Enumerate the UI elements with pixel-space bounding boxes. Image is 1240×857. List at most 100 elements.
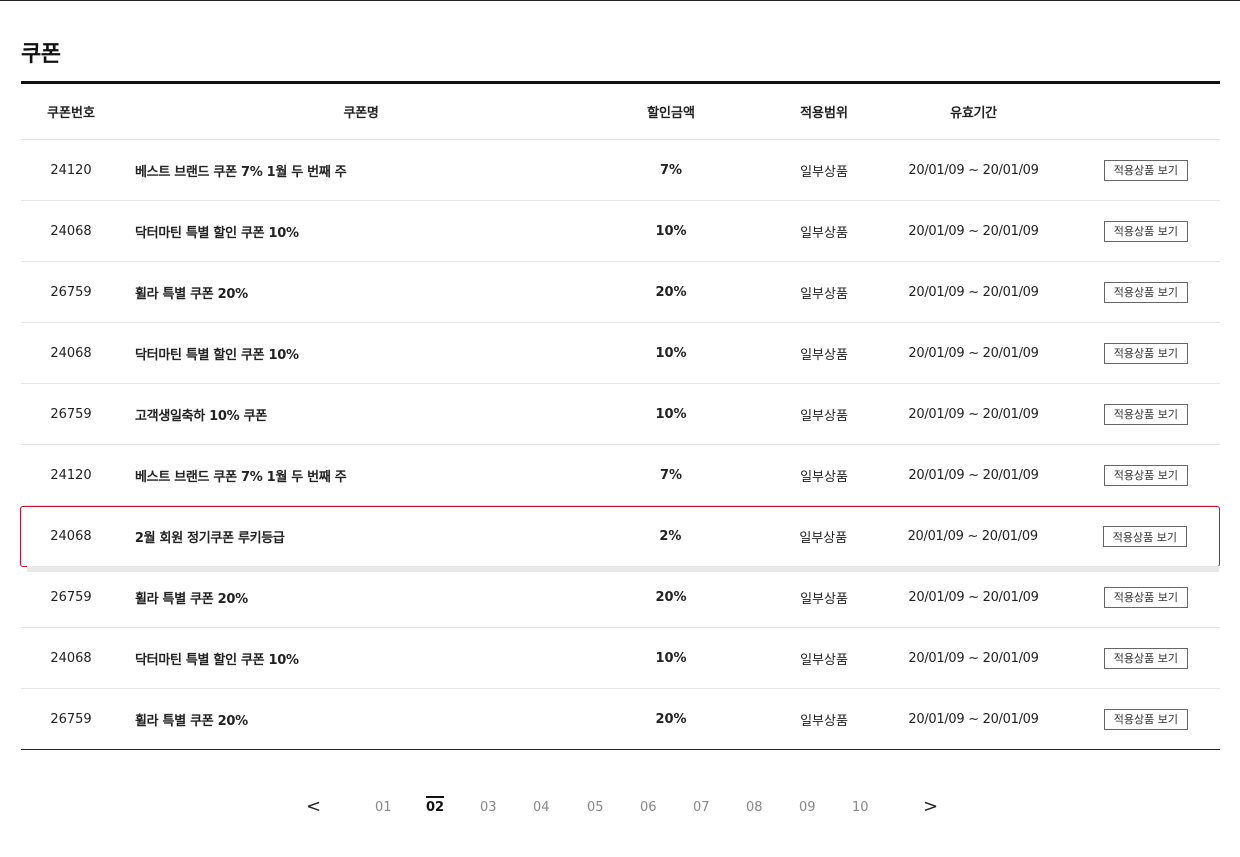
validity-period: 20/01/09 ~ 20/01/09 — [907, 529, 1039, 544]
coupon-scope: 일부상품 — [800, 469, 848, 485]
view-applicable-products-button[interactable]: 적용상품 보기 — [1103, 342, 1188, 364]
discount-amount: 7% — [659, 162, 683, 178]
view-applicable-products-button[interactable]: 적용상품 보기 — [1103, 647, 1188, 669]
table-row: 26759 휠라 특별 쿠폰 20% 20% 일부상품 20/01/09 ~ 20/01… — [21, 689, 1220, 750]
top-rule — [0, 0, 1240, 1]
action-cell: 적용상품 보기 — [1040, 220, 1220, 242]
table-row-highlighted: 24068 2월 회원 정기쿠폰 루키등급 2% 일부상품 20/01/09 ~ 20/… — [20, 506, 1220, 572]
coupon-name: 닥터마틴 특별 할인 쿠폰 10% — [135, 347, 299, 363]
coupon-number: 26759 — [50, 711, 92, 727]
coupon-scope: 일부상품 — [800, 652, 848, 668]
next-page-button[interactable]: > — [923, 796, 938, 817]
coupon-number: 26759 — [50, 589, 92, 605]
coupon-scope: 일부상품 — [800, 225, 848, 241]
header-discount-amount: 할인금액 — [647, 106, 695, 121]
discount-amount: 7% — [659, 467, 683, 483]
discount-amount: 10% — [655, 345, 687, 361]
validity-period: 20/01/09 ~ 20/01/09 — [908, 284, 1039, 300]
discount-amount: 10% — [655, 223, 687, 239]
discount-amount: 10% — [655, 650, 687, 666]
page-number[interactable]: 09 — [799, 800, 816, 815]
table-header: 쿠폰번호 쿠폰명 할인금액 적용범위 유효기간 — [21, 84, 1220, 140]
coupon-number: 24068 — [50, 650, 92, 666]
view-applicable-products-button[interactable]: 적용상품 보기 — [1103, 159, 1188, 181]
action-cell: 적용상품 보기 — [1040, 586, 1220, 608]
coupon-number: 26759 — [50, 284, 92, 300]
page-number[interactable]: 03 — [480, 800, 497, 815]
table-row: 26759 고객생일축하 10% 쿠폰 10% 일부상품 20/01/09 ~ 20/0… — [21, 384, 1220, 445]
coupon-number: 24120 — [50, 467, 92, 483]
coupon-scope: 일부상품 — [800, 591, 848, 607]
page-number[interactable]: 06 — [640, 800, 657, 815]
view-applicable-products-button[interactable]: 적용상품 보기 — [1103, 708, 1188, 730]
coupon-name: 2월 회원 정기쿠폰 루키등급 — [134, 531, 285, 546]
table-row: 24068 닥터마틴 특별 할인 쿠폰 10% 10% 일부상품 20/01/09 ~ … — [21, 628, 1220, 689]
discount-amount: 20% — [655, 711, 687, 727]
view-applicable-products-button[interactable]: 적용상품 보기 — [1103, 403, 1188, 425]
coupon-scope: 일부상품 — [800, 713, 848, 729]
validity-period: 20/01/09 ~ 20/01/09 — [908, 711, 1039, 727]
header-coupon-name: 쿠폰명 — [343, 106, 379, 121]
action-cell: 적용상품 보기 — [1040, 647, 1220, 669]
header-scope: 적용범위 — [800, 106, 848, 121]
coupon-name: 휠라 특별 쿠폰 20% — [135, 286, 248, 302]
coupon-scope: 일부상품 — [800, 164, 848, 180]
pagination: < 01 02 03 04 05 06 07 08 09 10 > — [0, 790, 1240, 826]
validity-period: 20/01/09 ~ 20/01/09 — [908, 467, 1039, 483]
coupon-name: 휠라 특별 쿠폰 20% — [135, 591, 248, 607]
action-cell: 적용상품 보기 — [1040, 464, 1220, 486]
coupon-name: 베스트 브랜드 쿠폰 7% 1월 두 번째 주 — [135, 164, 347, 180]
page-number[interactable]: 10 — [852, 800, 869, 815]
coupon-number: 24068 — [50, 223, 92, 239]
validity-period: 20/01/09 ~ 20/01/09 — [908, 345, 1039, 361]
action-cell: 적용상품 보기 — [1040, 281, 1220, 303]
page-number[interactable]: 05 — [587, 800, 604, 815]
page-number[interactable]: 01 — [375, 800, 392, 815]
validity-period: 20/01/09 ~ 20/01/09 — [908, 406, 1039, 422]
page-title: 쿠폰 — [21, 42, 61, 67]
prev-page-button[interactable]: < — [306, 796, 321, 817]
coupon-name: 베스트 브랜드 쿠폰 7% 1월 두 번째 주 — [135, 469, 347, 485]
coupon-number: 24068 — [50, 529, 92, 544]
discount-amount: 20% — [655, 589, 687, 605]
validity-period: 20/01/09 ~ 20/01/09 — [908, 162, 1039, 178]
page-number-current[interactable]: 02 — [426, 796, 445, 815]
validity-period: 20/01/09 ~ 20/01/09 — [908, 223, 1039, 239]
validity-period: 20/01/09 ~ 20/01/09 — [908, 589, 1039, 605]
view-applicable-products-button[interactable]: 적용상품 보기 — [1103, 220, 1188, 242]
view-applicable-products-button[interactable]: 적용상품 보기 — [1102, 526, 1187, 547]
coupon-name: 닥터마틴 특별 할인 쿠폰 10% — [135, 652, 299, 668]
table-row: 24120 베스트 브랜드 쿠폰 7% 1월 두 번째 주 7% 일부상품 20/01/… — [21, 445, 1220, 506]
page-number[interactable]: 08 — [746, 800, 763, 815]
table-row: 26759 휠라 특별 쿠폰 20% 20% 일부상품 20/01/09 ~ 20/01… — [21, 262, 1220, 323]
view-applicable-products-button[interactable]: 적용상품 보기 — [1103, 586, 1188, 608]
coupon-scope: 일부상품 — [800, 408, 848, 424]
header-validity-period: 유효기간 — [950, 106, 997, 121]
action-cell: 적용상품 보기 — [1040, 708, 1220, 730]
table-row: 24068 닥터마틴 특별 할인 쿠폰 10% 10% 일부상품 20/01/09 ~ … — [21, 323, 1220, 384]
discount-amount: 2% — [659, 529, 682, 544]
view-applicable-products-button[interactable]: 적용상품 보기 — [1103, 281, 1188, 303]
coupon-scope: 일부상품 — [800, 347, 848, 363]
discount-amount: 10% — [655, 406, 687, 422]
coupon-table: 쿠폰번호 쿠폰명 할인금액 적용범위 유효기간 24120 베스트 브랜드 쿠폰 … — [20, 81, 1220, 750]
header-coupon-number: 쿠폰번호 — [47, 106, 95, 121]
coupon-number: 24120 — [50, 162, 92, 178]
table-row: 24068 닥터마틴 특별 할인 쿠폰 10% 10% 일부상품 20/01/09 ~ … — [21, 201, 1220, 262]
table-body: 24120 베스트 브랜드 쿠폰 7% 1월 두 번째 주 7% 일부상품 20/01/… — [20, 140, 1220, 750]
highlight-shadow — [27, 566, 1219, 572]
action-cell: 적용상품 보기 — [1039, 526, 1219, 547]
action-cell: 적용상품 보기 — [1040, 403, 1220, 425]
page-number[interactable]: 07 — [693, 800, 710, 815]
action-cell: 적용상품 보기 — [1040, 159, 1220, 181]
coupon-name: 휠라 특별 쿠폰 20% — [135, 713, 248, 729]
table-row: 24120 베스트 브랜드 쿠폰 7% 1월 두 번째 주 7% 일부상품 20/01/… — [21, 140, 1220, 201]
coupon-name: 닥터마틴 특별 할인 쿠폰 10% — [135, 225, 299, 241]
page-number[interactable]: 04 — [533, 800, 550, 815]
coupon-name: 고객생일축하 10% 쿠폰 — [135, 408, 267, 424]
view-applicable-products-button[interactable]: 적용상품 보기 — [1103, 464, 1188, 486]
coupon-scope: 일부상품 — [799, 531, 848, 546]
coupon-number: 24068 — [50, 345, 92, 361]
discount-amount: 20% — [655, 284, 687, 300]
table-row: 26759 휠라 특별 쿠폰 20% 20% 일부상품 20/01/09 ~ 20/01… — [21, 567, 1220, 628]
